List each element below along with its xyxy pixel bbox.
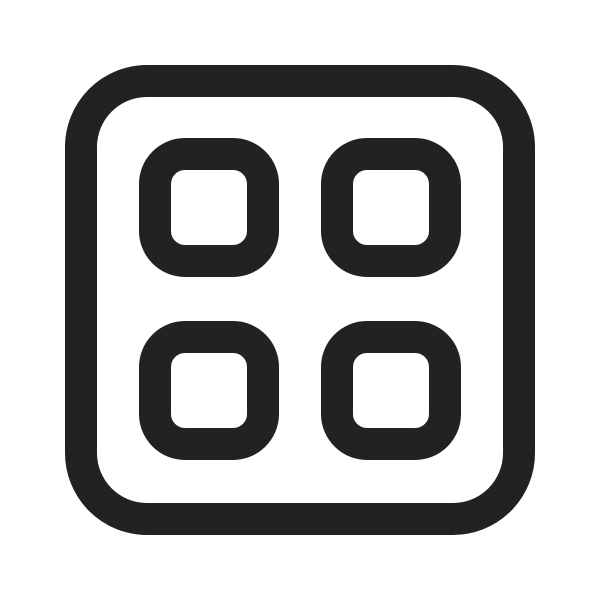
grid-apps-svg bbox=[65, 65, 535, 535]
tile-top-left bbox=[139, 138, 279, 277]
grid-apps-icon bbox=[0, 0, 600, 600]
tile-bottom-left bbox=[139, 321, 279, 460]
tile-top-right bbox=[321, 138, 461, 277]
tile-bottom-right bbox=[321, 321, 461, 460]
icon-canvas bbox=[0, 0, 600, 600]
outer-frame bbox=[65, 65, 535, 535]
